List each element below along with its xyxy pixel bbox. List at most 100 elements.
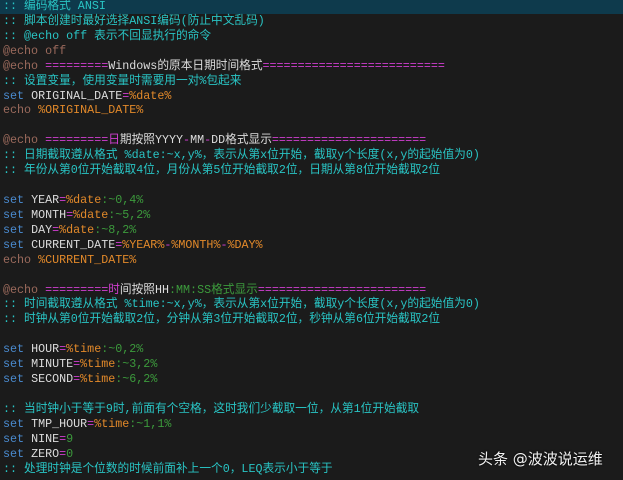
code-line[interactable]: @echo =========时间按照HH:MM:SS格式显示=========…: [0, 283, 623, 298]
keyword-token: set: [3, 357, 32, 372]
code-line[interactable]: [0, 327, 623, 342]
substring-token: :~1,1%: [129, 416, 172, 431]
operator-token: =========: [45, 133, 109, 148]
comment-token: :: 编码格式 ANSI: [3, 0, 106, 13]
substring-token: :~0,4%: [101, 192, 144, 207]
text-token: MM: [190, 133, 205, 148]
variable-token: %ORIGINAL_DATE%: [38, 103, 144, 118]
operator-token: 日: [108, 133, 120, 148]
echo-token: echo: [3, 103, 39, 118]
code-line[interactable]: :: 设置变量，使用变量时需要用一对%包起来: [0, 74, 623, 89]
text-token: ZERO: [31, 446, 60, 461]
operator-token: =========: [45, 58, 109, 73]
comment-token: :: 时间截取遵从格式 %time:~x,y%，表示从第x位开始，截取y个长度(…: [3, 297, 480, 312]
text-token: MINUTE: [31, 357, 74, 372]
variable-token: %MONTH%: [171, 237, 221, 252]
variable-token: %date: [73, 207, 109, 222]
code-line[interactable]: :: 时钟从第0位开始截取2位，分钟从第3位开始截取2位，秒钟从第6位开始截取2…: [0, 312, 623, 327]
text-token: SECOND: [31, 372, 74, 387]
operator-token: -: [183, 133, 191, 148]
code-line[interactable]: :: 日期截取遵从格式 %date:~x,y%，表示从第x位开始，截取y个长度(…: [0, 148, 623, 163]
code-line[interactable]: set CURRENT_DATE=%YEAR%-%MONTH%-%DAY%: [0, 238, 623, 253]
substring-token: :MM:SS格式显示: [169, 282, 258, 297]
code-line[interactable]: set SECOND=%time:~6,2%: [0, 372, 623, 387]
code-line[interactable]: [0, 268, 623, 283]
variable-token: %date: [66, 192, 102, 207]
code-line[interactable]: :: @echo off 表示不回显执行的命令: [0, 29, 623, 44]
keyword-token: set: [3, 446, 32, 461]
operator-token: ======================: [271, 133, 427, 148]
keyword-token: set: [3, 88, 32, 103]
echo-token: @echo: [3, 282, 46, 297]
text-token: MONTH: [31, 207, 67, 222]
code-line[interactable]: :: 脚本创建时最好选择ANSI编码(防止中文乱码): [0, 14, 623, 29]
code-line[interactable]: echo %ORIGINAL_DATE%: [0, 103, 623, 118]
code-line[interactable]: set YEAR=%date:~0,4%: [0, 193, 623, 208]
text-token: HOUR: [31, 342, 60, 357]
code-line[interactable]: @echo =========日期按照YYYY-MM-DD格式显示=======…: [0, 133, 623, 148]
code-line[interactable]: @echo off: [0, 44, 623, 59]
variable-token: %date: [59, 222, 95, 237]
variable-token: %time: [80, 372, 116, 387]
comment-token: :: 设置变量，使用变量时需要用一对%包起来: [3, 73, 242, 88]
keyword-token: set: [3, 372, 32, 387]
code-line[interactable]: :: 年份从第0位开始截取4位，月份从第5位开始截取2位，日期从第8位开始截取2…: [0, 163, 623, 178]
code-line[interactable]: set DAY=%date:~8,2%: [0, 223, 623, 238]
code-editor[interactable]: :: 编码格式 ANSI:: 脚本创建时最好选择ANSI编码(防止中文乱码)::…: [0, 0, 623, 477]
comment-token: :: 脚本创建时最好选择ANSI编码(防止中文乱码): [3, 13, 265, 28]
code-line[interactable]: echo %CURRENT_DATE%: [0, 253, 623, 268]
code-line[interactable]: set TMP_HOUR=%time:~1,1%: [0, 417, 623, 432]
code-line[interactable]: set MINUTE=%time:~3,2%: [0, 357, 623, 372]
variable-token: %time: [66, 342, 102, 357]
keyword-token: set: [3, 207, 32, 222]
substring-token: :~0,2%: [101, 342, 144, 357]
code-line[interactable]: :: 当时钟小于等于9时,前面有个空格，这时我们少截取一位，从第1位开始截取: [0, 402, 623, 417]
text-token: DD格式显示: [211, 133, 272, 148]
text-token: 期按照YYYY: [119, 133, 184, 148]
operator-token: ========================: [257, 282, 427, 297]
variable-token: %CURRENT_DATE%: [38, 252, 137, 267]
substring-token: 9: [66, 431, 74, 446]
code-line[interactable]: :: 时间截取遵从格式 %time:~x,y%，表示从第x位开始，截取y个长度(…: [0, 297, 623, 312]
substring-token: :~8,2%: [94, 222, 137, 237]
code-line[interactable]: set MONTH=%date:~5,2%: [0, 208, 623, 223]
code-line[interactable]: [0, 387, 623, 402]
operator-token: =========: [45, 282, 109, 297]
text-token: 间按照HH: [119, 282, 170, 297]
watermark: 头条 @波波说运维: [478, 450, 603, 468]
code-line[interactable]: [0, 118, 623, 133]
operator-token: ==========================: [262, 58, 445, 73]
text-token: TMP_HOUR: [31, 416, 88, 431]
keyword-token: set: [3, 192, 32, 207]
substring-token: :~5,2%: [108, 207, 151, 222]
code-line[interactable]: @echo =========Windows的原本日期时间格式=========…: [0, 59, 623, 74]
text-token: CURRENT_DATE: [31, 237, 116, 252]
code-line[interactable]: [0, 178, 623, 193]
keyword-token: set: [3, 222, 32, 237]
variable-token: %DAY%: [227, 237, 263, 252]
comment-token: :: 处理时钟是个位数的时候前面补上一个0，LEQ表示小于等于: [3, 461, 333, 476]
code-line[interactable]: set ORIGINAL_DATE=%date%: [0, 89, 623, 104]
code-line[interactable]: :: 编码格式 ANSI: [0, 0, 623, 14]
echo-token: @echo off: [3, 43, 67, 58]
comment-token: :: 年份从第0位开始截取4位，月份从第5位开始截取2位，日期从第8位开始截取2…: [3, 163, 441, 178]
echo-token: @echo: [3, 133, 46, 148]
comment-token: :: 当时钟小于等于9时,前面有个空格，这时我们少截取一位，从第1位开始截取: [3, 401, 420, 416]
substring-token: :~3,2%: [115, 357, 158, 372]
code-line[interactable]: set NINE=9: [0, 432, 623, 447]
variable-token: %time: [94, 416, 130, 431]
variable-token: %YEAR%: [122, 237, 165, 252]
keyword-token: set: [3, 431, 32, 446]
keyword-token: set: [3, 416, 32, 431]
text-token: YEAR: [31, 192, 60, 207]
text-token: ORIGINAL_DATE: [31, 88, 123, 103]
operator-token: 时: [108, 282, 120, 297]
text-token: Windows的原本日期时间格式: [108, 58, 263, 73]
text-token: NINE: [31, 431, 60, 446]
substring-token: 0: [66, 446, 74, 461]
code-line[interactable]: set HOUR=%time:~0,2%: [0, 342, 623, 357]
variable-token: %time: [80, 357, 116, 372]
keyword-token: set: [3, 237, 32, 252]
comment-token: :: 时钟从第0位开始截取2位，分钟从第3位开始截取2位，秒钟从第6位开始截取2…: [3, 312, 441, 327]
comment-token: :: 日期截取遵从格式 %date:~x,y%，表示从第x位开始，截取y个长度(…: [3, 148, 480, 163]
